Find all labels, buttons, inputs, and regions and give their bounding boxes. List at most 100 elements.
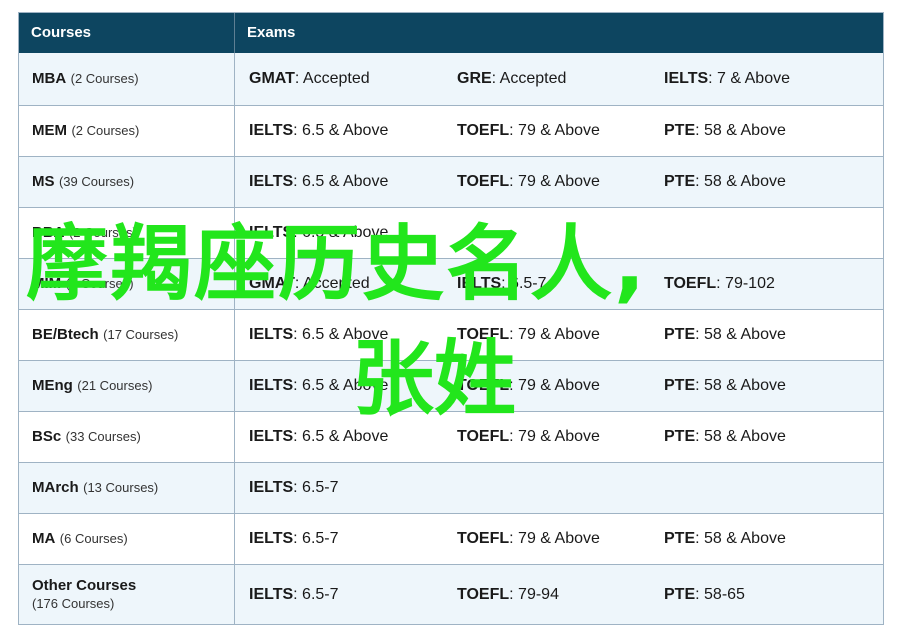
table-row: MArch (13 Courses) IELTS: 6.5-7 bbox=[19, 462, 883, 513]
exam-name: GRE bbox=[457, 70, 492, 87]
exam-name: TOEFL bbox=[457, 530, 510, 547]
table-header: Courses Exams bbox=[19, 13, 883, 53]
exam-score: : 58 & Above bbox=[695, 530, 786, 547]
exam-score: : 6.5 & Above bbox=[293, 173, 389, 190]
exam-requirement: IELTS: 6.5-7 bbox=[249, 565, 339, 624]
exam-score: : 58 & Above bbox=[695, 122, 786, 139]
exam-name: TOEFL bbox=[457, 585, 510, 603]
exam-score: : 79 & Above bbox=[509, 122, 600, 139]
exams-cell: IELTS: 6.5 & Above TOEFL: 79 & Above PTE: … bbox=[235, 106, 883, 156]
exam-name: IELTS bbox=[249, 173, 294, 190]
course-cell: BE/Btech (17 Courses) bbox=[19, 310, 235, 360]
exams-cell: IELTS: 6.5 & Above TOEFL: 79 & Above PTE: … bbox=[235, 412, 883, 462]
exam-score: : Accepted bbox=[294, 70, 370, 87]
exam-requirement: IELTS: 6.5-7 bbox=[457, 259, 547, 309]
exam-score: : Accepted bbox=[294, 275, 370, 292]
course-count: (21 Courses) bbox=[77, 378, 153, 393]
exam-score: : 6.5 & Above bbox=[293, 428, 389, 445]
exam-score: : 6.5-7 bbox=[293, 585, 339, 603]
exam-requirement: IELTS: 6.5-7 bbox=[249, 514, 339, 564]
exam-name: IELTS bbox=[664, 70, 709, 87]
exam-name: GMAT bbox=[249, 70, 295, 87]
exam-score: : 79 & Above bbox=[509, 173, 600, 190]
exam-name: IELTS bbox=[249, 326, 294, 343]
exam-name: IELTS bbox=[457, 275, 502, 292]
exam-requirement: IELTS: 6.5 & Above bbox=[249, 157, 388, 207]
header-courses: Courses bbox=[19, 13, 235, 53]
exam-name: IELTS bbox=[249, 585, 294, 603]
course-cell: MEng (21 Courses) bbox=[19, 361, 235, 411]
exam-requirement: TOEFL: 79 & Above bbox=[457, 106, 600, 156]
exam-requirement: PTE: 58-65 bbox=[664, 565, 745, 624]
course-count: (17 Courses) bbox=[103, 327, 179, 342]
exam-score: : 6.5-7 bbox=[293, 479, 339, 496]
course-name[interactable]: MA bbox=[32, 530, 55, 547]
exam-name: PTE bbox=[664, 377, 696, 394]
course-name[interactable]: BBA bbox=[32, 224, 65, 241]
course-count: (2 Courses) bbox=[68, 225, 137, 240]
table-row: BSc (33 Courses) IELTS: 6.5 & Above TOEFL:… bbox=[19, 411, 883, 462]
course-name[interactable]: MEng bbox=[32, 377, 73, 394]
table-row: MEng (21 Courses) IELTS: 6.5 & Above TOEFL… bbox=[19, 360, 883, 411]
exam-name: IELTS bbox=[249, 224, 294, 241]
table-row: BBA (2 Courses) IELTS: 6.5 & Above bbox=[19, 207, 883, 258]
table-row: MA (6 Courses) IELTS: 6.5-7 TOEFL: 79 & Ab… bbox=[19, 513, 883, 564]
exam-score: : 58 & Above bbox=[695, 326, 786, 343]
course-name[interactable]: MEM bbox=[32, 122, 67, 139]
course-count: (39 Courses) bbox=[58, 174, 135, 189]
exam-score: : 79-94 bbox=[509, 585, 559, 603]
exam-requirement: TOEFL: 79 & Above bbox=[457, 361, 600, 411]
course-label: BE/Btech (17 Courses) bbox=[32, 326, 234, 344]
course-label: MS (39 Courses) bbox=[32, 173, 234, 191]
course-name[interactable]: BE/Btech bbox=[32, 326, 99, 343]
exam-name: PTE bbox=[664, 530, 696, 547]
table-row: MEM (2 Courses) IELTS: 6.5 & Above TOEFL: … bbox=[19, 105, 883, 156]
exam-name: PTE bbox=[664, 585, 696, 603]
exam-requirement: TOEFL: 79 & Above bbox=[457, 514, 600, 564]
course-cell: MIM (3 Courses) bbox=[19, 259, 235, 309]
exam-name: TOEFL bbox=[457, 122, 510, 139]
course-cell: Other Courses (176 Courses) bbox=[19, 565, 235, 624]
exam-requirement: PTE: 58 & Above bbox=[664, 412, 786, 462]
course-name[interactable]: MIM bbox=[32, 275, 61, 292]
exam-name: PTE bbox=[664, 173, 696, 190]
table-row: MBA (2 Courses) GMAT: Accepted GRE: Accept… bbox=[19, 53, 883, 105]
course-label: MEng (21 Courses) bbox=[32, 377, 234, 395]
exams-cell: IELTS: 6.5 & Above bbox=[235, 208, 883, 258]
exam-requirement: IELTS: 7 & Above bbox=[664, 53, 790, 105]
exam-name: IELTS bbox=[249, 428, 294, 445]
course-count: (2 Courses) bbox=[70, 71, 139, 86]
exam-requirement: PTE: 58 & Above bbox=[664, 310, 786, 360]
exam-name: IELTS bbox=[249, 377, 294, 394]
exam-name: IELTS bbox=[249, 530, 294, 547]
table-row: MIM (3 Courses) GMAT: Accepted IELTS: 6.5-… bbox=[19, 258, 883, 309]
course-name[interactable]: MS bbox=[32, 173, 55, 190]
exams-cell: IELTS: 6.5-7 TOEFL: 79-94 PTE: 58-65 bbox=[235, 565, 883, 624]
course-name[interactable]: MBA bbox=[32, 70, 66, 87]
course-name[interactable]: BSc bbox=[32, 428, 61, 445]
exam-score: : 6.5 & Above bbox=[293, 377, 389, 394]
exam-score: : 7 & Above bbox=[708, 70, 790, 87]
course-label: BSc (33 Courses) bbox=[32, 428, 234, 446]
exam-name: TOEFL bbox=[457, 173, 510, 190]
exam-name: TOEFL bbox=[457, 377, 510, 394]
exam-score: : 6.5 & Above bbox=[293, 326, 389, 343]
course-name[interactable]: Other Courses bbox=[32, 577, 136, 594]
exam-requirement: PTE: 58 & Above bbox=[664, 106, 786, 156]
course-count: (3 Courses) bbox=[65, 276, 134, 291]
exam-requirement: IELTS: 6.5 & Above bbox=[249, 106, 388, 156]
course-cell: MArch (13 Courses) bbox=[19, 463, 235, 513]
exams-cell: IELTS: 6.5-7 TOEFL: 79 & Above PTE: 58 & A… bbox=[235, 514, 883, 564]
exam-score: : 58 & Above bbox=[695, 173, 786, 190]
exam-requirement: PTE: 58 & Above bbox=[664, 361, 786, 411]
exam-name: GMAT bbox=[249, 275, 295, 292]
course-cell: BSc (33 Courses) bbox=[19, 412, 235, 462]
exam-requirement: TOEFL: 79 & Above bbox=[457, 157, 600, 207]
exam-score: : Accepted bbox=[491, 70, 567, 87]
table-body: MBA (2 Courses) GMAT: Accepted GRE: Accept… bbox=[19, 53, 883, 624]
course-cell: MBA (2 Courses) bbox=[19, 53, 235, 105]
exam-name: IELTS bbox=[249, 479, 294, 496]
exams-cell: GMAT: Accepted IELTS: 6.5-7 TOEFL: 79-102 bbox=[235, 259, 883, 309]
course-name[interactable]: MArch bbox=[32, 479, 79, 496]
exam-requirement: IELTS: 6.5-7 bbox=[249, 463, 339, 513]
